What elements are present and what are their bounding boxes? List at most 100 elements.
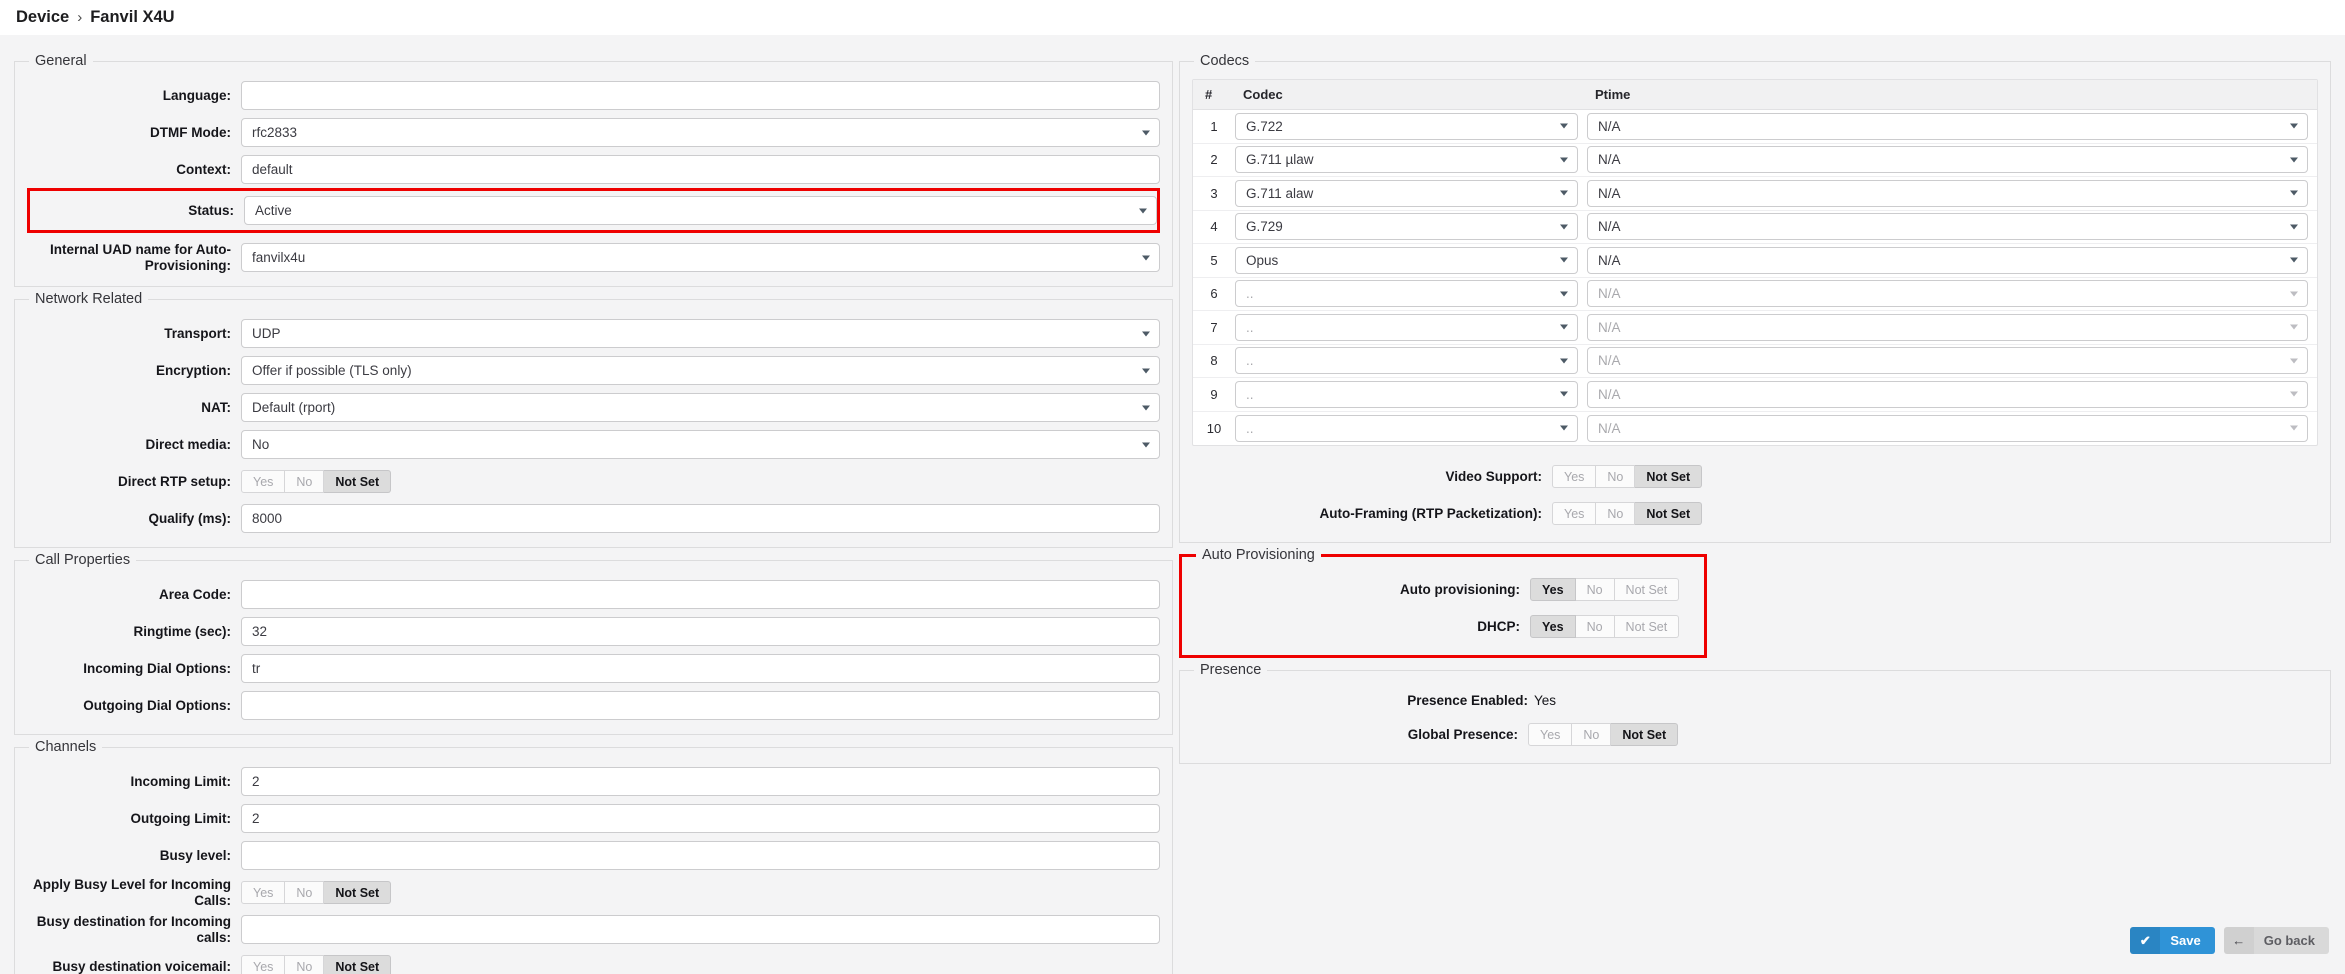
tristate-auto-provisioning[interactable]: Yes No Not Set bbox=[1530, 578, 1680, 601]
tristate-option-yes[interactable]: Yes bbox=[1530, 578, 1576, 601]
select-transport[interactable]: UDP bbox=[241, 319, 1160, 348]
breadcrumb-tabstrip: Device › Fanvil X4U bbox=[0, 0, 2345, 35]
go-back-button[interactable]: ← Go back bbox=[2223, 927, 2329, 954]
select-codec-value: Opus bbox=[1246, 252, 1279, 268]
input-outgoing-dial-options[interactable] bbox=[241, 691, 1160, 720]
tristate-apply-busy-level[interactable]: Yes No Not Set bbox=[241, 881, 392, 904]
field-row-busy-destination-incoming: Busy destination for Incoming calls: bbox=[27, 911, 1160, 948]
select-ptime[interactable]: N/A bbox=[1587, 213, 2308, 241]
select-encryption[interactable]: Offer if possible (TLS only) bbox=[241, 356, 1160, 385]
select-codec[interactable]: G.711 µlaw bbox=[1235, 146, 1578, 174]
page-body: General Language: DTMF Mode: rfc2833 Con… bbox=[0, 35, 2345, 974]
tristate-option-no[interactable]: No bbox=[1596, 465, 1636, 488]
tristate-option-no[interactable]: No bbox=[1572, 723, 1612, 746]
tristate-option-no[interactable]: No bbox=[285, 470, 325, 493]
select-codec[interactable]: Opus bbox=[1235, 246, 1578, 274]
panel-presence-legend: Presence bbox=[1200, 662, 1262, 678]
select-dtmf-mode[interactable]: rfc2833 bbox=[241, 118, 1160, 147]
tristate-option-no[interactable]: No bbox=[1575, 615, 1615, 638]
save-button[interactable]: ✔ Save bbox=[2130, 927, 2215, 954]
select-status[interactable]: Active bbox=[244, 196, 1157, 225]
tristate-option-notset[interactable]: Not Set bbox=[1614, 578, 1680, 601]
input-language[interactable] bbox=[241, 81, 1160, 110]
tristate-option-yes[interactable]: Yes bbox=[1530, 615, 1576, 638]
select-codec[interactable]: G.729 bbox=[1235, 213, 1578, 241]
save-button-label: Save bbox=[2170, 933, 2201, 948]
select-codec[interactable]: .. bbox=[1235, 347, 1578, 375]
select-ptime[interactable]: N/A bbox=[1587, 380, 2308, 408]
tristate-option-no[interactable]: No bbox=[1575, 578, 1615, 601]
select-internal-uad-name[interactable]: fanvilx4u bbox=[241, 243, 1160, 272]
field-row-busy-destination-voicemail: Busy destination voicemail: Yes No Not S… bbox=[27, 948, 1160, 974]
codec-table-header: # Codec Ptime bbox=[1193, 80, 2317, 110]
codec-index: 8 bbox=[1210, 353, 1218, 369]
input-area-code[interactable] bbox=[241, 580, 1160, 609]
select-codec[interactable]: .. bbox=[1235, 280, 1578, 308]
tristate-option-notset[interactable]: Not Set bbox=[1635, 502, 1703, 525]
tristate-option-notset[interactable]: Not Set bbox=[324, 470, 392, 493]
select-ptime[interactable]: N/A bbox=[1587, 246, 2308, 274]
tristate-option-yes[interactable]: Yes bbox=[1552, 502, 1597, 525]
input-busy-level[interactable] bbox=[241, 841, 1160, 870]
input-incoming-limit[interactable]: 2 bbox=[241, 767, 1160, 796]
input-outgoing-limit[interactable]: 2 bbox=[241, 804, 1160, 833]
tristate-option-notset[interactable]: Not Set bbox=[324, 955, 392, 974]
tristate-option-yes[interactable]: Yes bbox=[241, 470, 286, 493]
select-codec[interactable]: G.722 bbox=[1235, 112, 1578, 140]
tristate-option-no[interactable]: No bbox=[1596, 502, 1636, 525]
tristate-option-yes[interactable]: Yes bbox=[1552, 465, 1597, 488]
input-incoming-dial-options[interactable]: tr bbox=[241, 654, 1160, 683]
column-header-index: # bbox=[1205, 87, 1213, 102]
tristate-option-yes[interactable]: Yes bbox=[241, 881, 286, 904]
select-nat[interactable]: Default (rport) bbox=[241, 393, 1160, 422]
tristate-video-support[interactable]: Yes No Not Set bbox=[1552, 465, 1703, 488]
codec-index: 3 bbox=[1210, 185, 1218, 201]
select-ptime[interactable]: N/A bbox=[1587, 313, 2308, 341]
select-ptime[interactable]: N/A bbox=[1587, 280, 2308, 308]
input-busy-destination-incoming[interactable] bbox=[241, 915, 1160, 944]
select-ptime[interactable]: N/A bbox=[1587, 112, 2308, 140]
input-context[interactable]: default bbox=[241, 155, 1160, 184]
chevron-down-icon bbox=[2290, 157, 2298, 163]
select-ptime[interactable]: N/A bbox=[1587, 347, 2308, 375]
tristate-option-no[interactable]: No bbox=[285, 881, 325, 904]
tristate-option-yes[interactable]: Yes bbox=[1528, 723, 1573, 746]
tristate-option-notset[interactable]: Not Set bbox=[324, 881, 392, 904]
select-ptime[interactable]: N/A bbox=[1587, 179, 2308, 207]
tristate-option-notset[interactable]: Not Set bbox=[1611, 723, 1679, 746]
table-row: 4 G.729 N/A bbox=[1193, 211, 2317, 244]
codec-index: 7 bbox=[1210, 319, 1218, 335]
breadcrumb[interactable]: Device › Fanvil X4U bbox=[0, 0, 197, 35]
label-presence-enabled: Presence Enabled: bbox=[1407, 693, 1528, 709]
tristate-auto-framing[interactable]: Yes No Not Set bbox=[1552, 502, 1703, 525]
label-nat: NAT: bbox=[201, 399, 231, 415]
select-codec[interactable]: G.711 alaw bbox=[1235, 179, 1578, 207]
select-direct-media[interactable]: No bbox=[241, 430, 1160, 459]
field-row-outgoing-limit: Outgoing Limit: 2 bbox=[27, 800, 1160, 837]
field-row-outgoing-dial-options: Outgoing Dial Options: bbox=[27, 687, 1160, 724]
tristate-option-yes[interactable]: Yes bbox=[241, 955, 286, 974]
select-codec[interactable]: .. bbox=[1235, 313, 1578, 341]
select-ptime-value: N/A bbox=[1598, 386, 1621, 402]
select-codec[interactable]: .. bbox=[1235, 380, 1578, 408]
label-qualify-ms: Qualify (ms): bbox=[148, 510, 231, 526]
tristate-global-presence[interactable]: Yes No Not Set bbox=[1528, 723, 1679, 746]
tristate-option-no[interactable]: No bbox=[285, 955, 325, 974]
input-qualify-ms[interactable]: 8000 bbox=[241, 504, 1160, 533]
chevron-down-icon bbox=[2290, 391, 2298, 397]
breadcrumb-root[interactable]: Device bbox=[16, 8, 69, 27]
select-ptime[interactable]: N/A bbox=[1587, 414, 2308, 442]
tristate-option-notset[interactable]: Not Set bbox=[1635, 465, 1703, 488]
select-ptime[interactable]: N/A bbox=[1587, 146, 2308, 174]
input-ringtime[interactable]: 32 bbox=[241, 617, 1160, 646]
select-codec[interactable]: .. bbox=[1235, 414, 1578, 442]
codec-table: # Codec Ptime 1 G.722 N/A 2 G.711 µlaw N… bbox=[1192, 79, 2318, 446]
tristate-direct-rtp-setup[interactable]: Yes No Not Set bbox=[241, 470, 392, 493]
label-outgoing-limit: Outgoing Limit: bbox=[130, 810, 231, 826]
field-row-busy-level: Busy level: bbox=[27, 837, 1160, 874]
tristate-busy-destination-voicemail[interactable]: Yes No Not Set bbox=[241, 955, 392, 974]
tristate-option-notset[interactable]: Not Set bbox=[1614, 615, 1680, 638]
tristate-dhcp[interactable]: Yes No Not Set bbox=[1530, 615, 1680, 638]
select-ptime-value: N/A bbox=[1598, 152, 1621, 168]
select-ptime-value: N/A bbox=[1598, 219, 1621, 235]
